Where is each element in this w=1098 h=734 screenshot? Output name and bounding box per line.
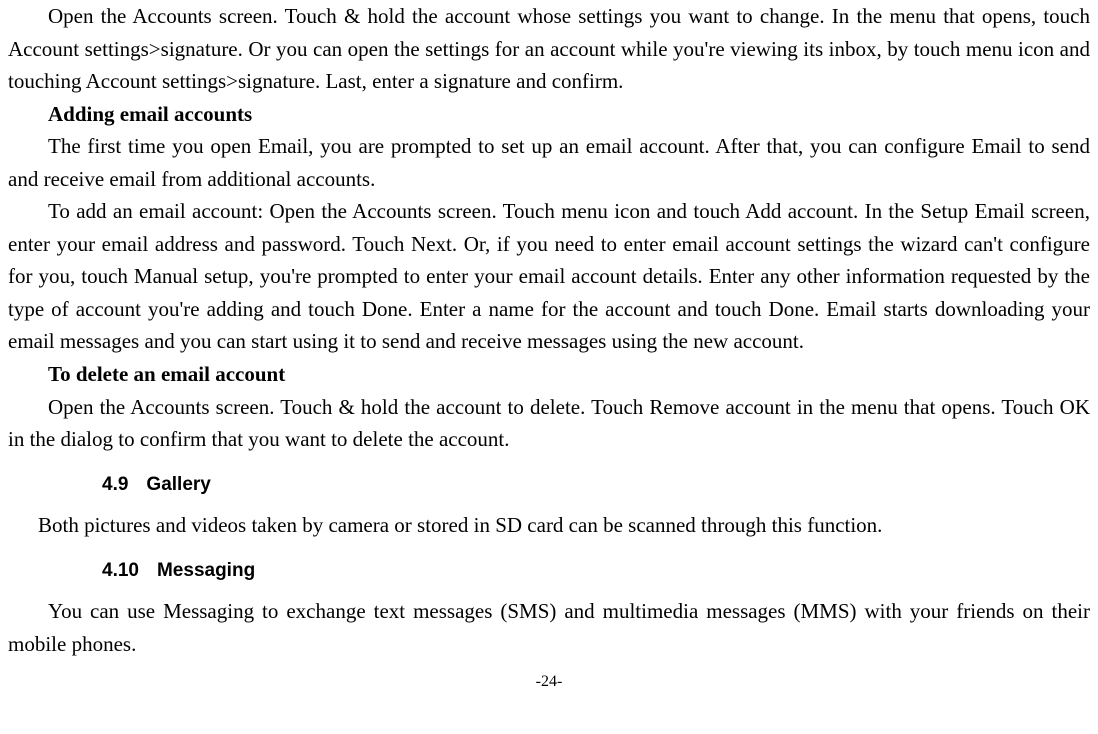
paragraph-first-time-email: The first time you open Email, you are p… — [8, 130, 1090, 195]
paragraph-messaging: You can use Messaging to exchange text m… — [8, 595, 1090, 660]
section-number-410: 4.10 — [102, 556, 139, 585]
heading-delete-email: To delete an email account — [8, 358, 1090, 391]
heading-adding-email: Adding email accounts — [8, 98, 1090, 131]
paragraph-gallery: Both pictures and videos taken by camera… — [8, 509, 1090, 542]
paragraph-delete-email: Open the Accounts screen. Touch & hold t… — [8, 391, 1090, 456]
paragraph-signature: Open the Accounts screen. Touch & hold t… — [8, 0, 1090, 98]
section-title-gallery: Gallery — [146, 474, 210, 495]
paragraph-add-email-account: To add an email account: Open the Accoun… — [8, 195, 1090, 358]
section-heading-messaging: 4.10 Messaging — [102, 556, 1090, 585]
section-number-49: 4.9 — [102, 470, 128, 499]
page-number: -24- — [8, 670, 1090, 695]
section-title-messaging: Messaging — [157, 560, 255, 581]
section-heading-gallery: 4.9 Gallery — [102, 470, 1090, 499]
